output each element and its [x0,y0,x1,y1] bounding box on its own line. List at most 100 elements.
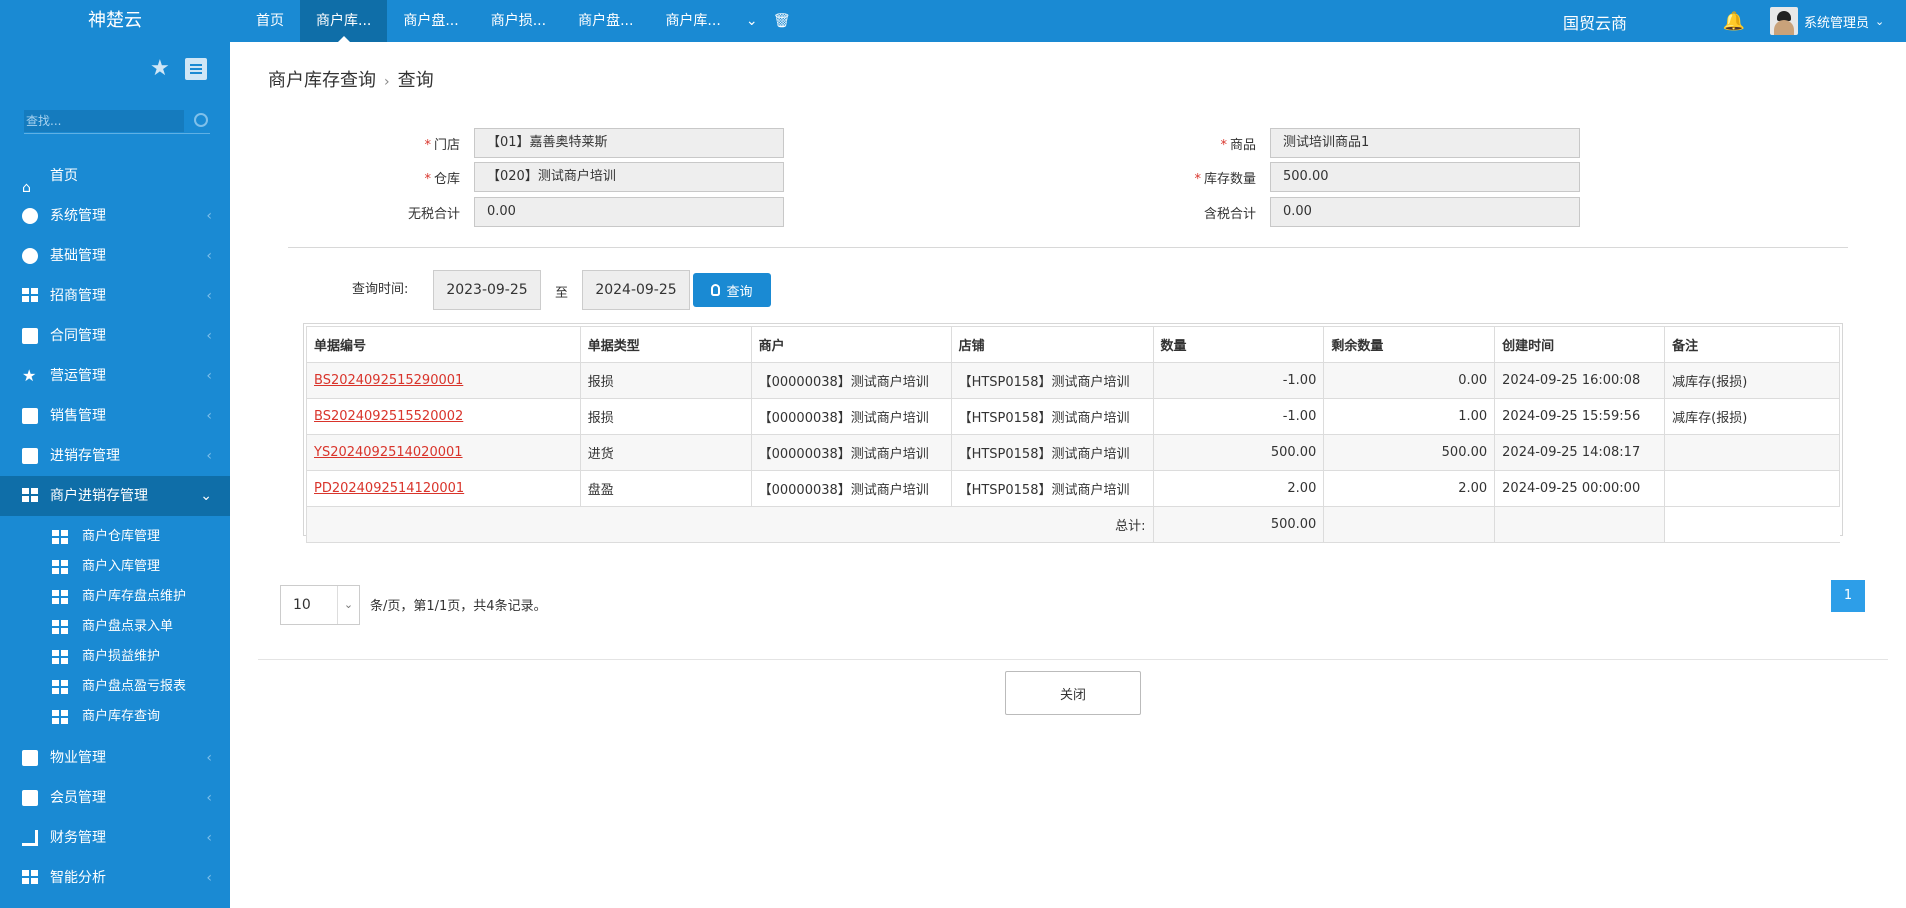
submenu-item-profit-loss[interactable]: 商户损益维护 [0,642,230,672]
col-header[interactable]: 数量 [1152,326,1325,363]
col-header[interactable]: 创建时间 [1494,326,1666,363]
submenu-item-count-report[interactable]: 商户盘点盈亏报表 [0,672,230,702]
table-cell: 减库存(报损) [1664,362,1840,399]
sidebar-item-analytics[interactable]: 智能分析 ‹ [0,858,230,898]
tab-merchant-stock-2[interactable]: 商户库... [649,0,736,42]
tab-home[interactable]: 首页 [240,0,300,42]
windows-icon [52,650,68,664]
submenu-item-stock-count[interactable]: 商户库存盘点维护 [0,582,230,612]
chevron-left-icon: ‹ [206,368,212,384]
tab-merchant-stock-query[interactable]: 商户库... [300,0,388,42]
sidebar-item-property[interactable]: 物业管理 ‹ [0,738,230,778]
sidebar-item-member[interactable]: 会员管理 ‹ [0,778,230,818]
breadcrumb-parent[interactable]: 商户库存查询 [268,70,376,91]
chevron-left-icon: ‹ [206,408,212,424]
windows-icon [22,288,38,304]
user-name: 系统管理员 [1804,15,1870,31]
col-header[interactable]: 剩余数量 [1323,326,1496,363]
submenu-item-warehouse[interactable]: 商户仓库管理 [0,522,230,552]
table-cell: 2024-09-25 15:59:56 [1494,398,1666,435]
col-header[interactable]: 店铺 [950,326,1154,363]
tab-merchant-count-2[interactable]: 商户盘... [562,0,649,42]
table-cell: 【00000038】测试商户培训 [750,362,952,399]
top-nav-tabs: 首页 商户库... 商户盘... 商户损... 商户盘... 商户库... ⌄ … [240,0,797,42]
store-field[interactable]: 【01】嘉善奥特莱斯 [474,128,784,158]
table-cell: -1.00 [1152,398,1325,435]
signal-icon [22,830,38,846]
submenu-item-count-entry[interactable]: 商户盘点录入单 [0,612,230,642]
search-input[interactable] [24,110,184,132]
submenu-item-stock-query[interactable]: 商户库存查询 [0,702,230,732]
query-time-label: 查询时间: [352,282,409,297]
brand-logo[interactable]: 神楚云 [0,0,230,42]
trash-icon[interactable]: 🗑 [767,0,797,42]
sidebar-search [24,110,210,134]
submenu-item-inbound[interactable]: 商户入库管理 [0,552,230,582]
col-header[interactable]: 商户 [750,326,952,363]
doc-number-link[interactable]: PD2024092514120001 [314,481,464,496]
tax-field[interactable]: 0.00 [1270,197,1580,227]
doc-number-link[interactable]: BS2024092515290001 [314,373,463,388]
tab-merchant-count-1[interactable]: 商户盘... [387,0,474,42]
page-button-1[interactable]: 1 [1831,580,1865,612]
product-field-row: * 商品 测试培训商品1 [1150,128,1580,158]
sidebar-item-home[interactable]: ⌂ 首页 [0,156,230,196]
sidebar-item-merchant-inventory[interactable]: 商户进销存管理 ⌄ [0,476,230,516]
doc-number-link[interactable]: YS2024092514020001 [314,445,463,460]
bell-icon[interactable]: 🔔 [1722,10,1746,34]
product-field[interactable]: 测试培训商品1 [1270,128,1580,158]
vip-icon [22,790,38,806]
table-cell: 【00000038】测试商户培训 [750,434,952,471]
sidebar-item-finance[interactable]: 财务管理 ‹ [0,818,230,858]
table-cell: 【HTSP0158】测试商户培训 [950,470,1154,507]
chevron-left-icon: ‹ [206,328,212,344]
sidebar-item-operations[interactable]: ★ 营运管理 ‹ [0,356,230,396]
windows-icon [22,870,38,886]
col-header[interactable]: 单据编号 [306,326,581,363]
table-cell: 0.00 [1323,362,1496,399]
chevron-down-icon[interactable]: ⌄ [737,0,767,42]
truck-icon [22,448,38,464]
sidebar-item-contract[interactable]: 合同管理 ‹ [0,316,230,356]
bar-chart-icon [22,408,38,424]
windows-icon [22,488,38,504]
sidebar-menu: ⌂ 首页 系统管理 ‹ 基础管理 ‹ 招商管理 ‹ 合同管理 ‹ ★ 营运管理 ‹ 销售管理 ‹… [0,156,230,898]
table-cell: 盘盈 [579,470,752,507]
chevron-left-icon: ‹ [206,870,212,886]
windows-icon [52,680,68,694]
divider [288,247,1848,248]
end-date-input[interactable]: 2024-09-25 [582,270,690,310]
start-date-input[interactable]: 2023-09-25 [433,270,541,310]
page-size-select[interactable]: 10 ⌄ [280,585,360,625]
warehouse-field[interactable]: 【020】测试商户培训 [474,162,784,192]
sidebar-item-system[interactable]: 系统管理 ‹ [0,196,230,236]
warehouse-field-row: * 仓库 【020】测试商户培训 [354,162,784,192]
chevron-down-icon: ⌄ [200,488,212,504]
sidebar-item-basic[interactable]: 基础管理 ‹ [0,236,230,276]
chevron-down-icon: ⌄ [337,586,359,624]
submenu-merchant-inventory: 商户仓库管理 商户入库管理 商户库存盘点维护 商户盘点录入单 商户损益维护 商户… [0,516,230,738]
breadcrumb-separator: › [384,74,390,90]
breadcrumb-current: 查询 [397,70,434,91]
sidebar-item-investment[interactable]: 招商管理 ‹ [0,276,230,316]
tab-merchant-loss[interactable]: 商户损... [475,0,562,42]
star-icon[interactable]: ★ [150,56,170,81]
qty-field[interactable]: 500.00 [1270,162,1580,192]
close-button[interactable]: 关闭 [1005,671,1141,715]
table-cell: 报损 [579,362,752,399]
footer-divider [258,659,1888,660]
search-icon[interactable] [194,113,208,127]
sidebar-item-sales[interactable]: 销售管理 ‹ [0,396,230,436]
doc-number-link[interactable]: BS2024092515520002 [314,409,463,424]
chevron-left-icon: ‹ [206,448,212,464]
pager-info: 条/页，第1/1页，共4条记录。 [370,599,547,614]
user-menu[interactable]: 系统管理员 ⌄ [1770,6,1884,36]
notax-field[interactable]: 0.00 [474,197,784,227]
notes-icon[interactable] [185,58,207,80]
col-header[interactable]: 单据类型 [579,326,752,363]
query-button[interactable]: 查询 [693,273,771,307]
table-row: BS2024092515520002 报损 【00000038】测试商户培训 【… [306,398,1840,435]
col-header[interactable]: 备注 [1664,326,1840,363]
star-icon: ★ [22,366,37,385]
sidebar-item-inventory[interactable]: 进销存管理 ‹ [0,436,230,476]
